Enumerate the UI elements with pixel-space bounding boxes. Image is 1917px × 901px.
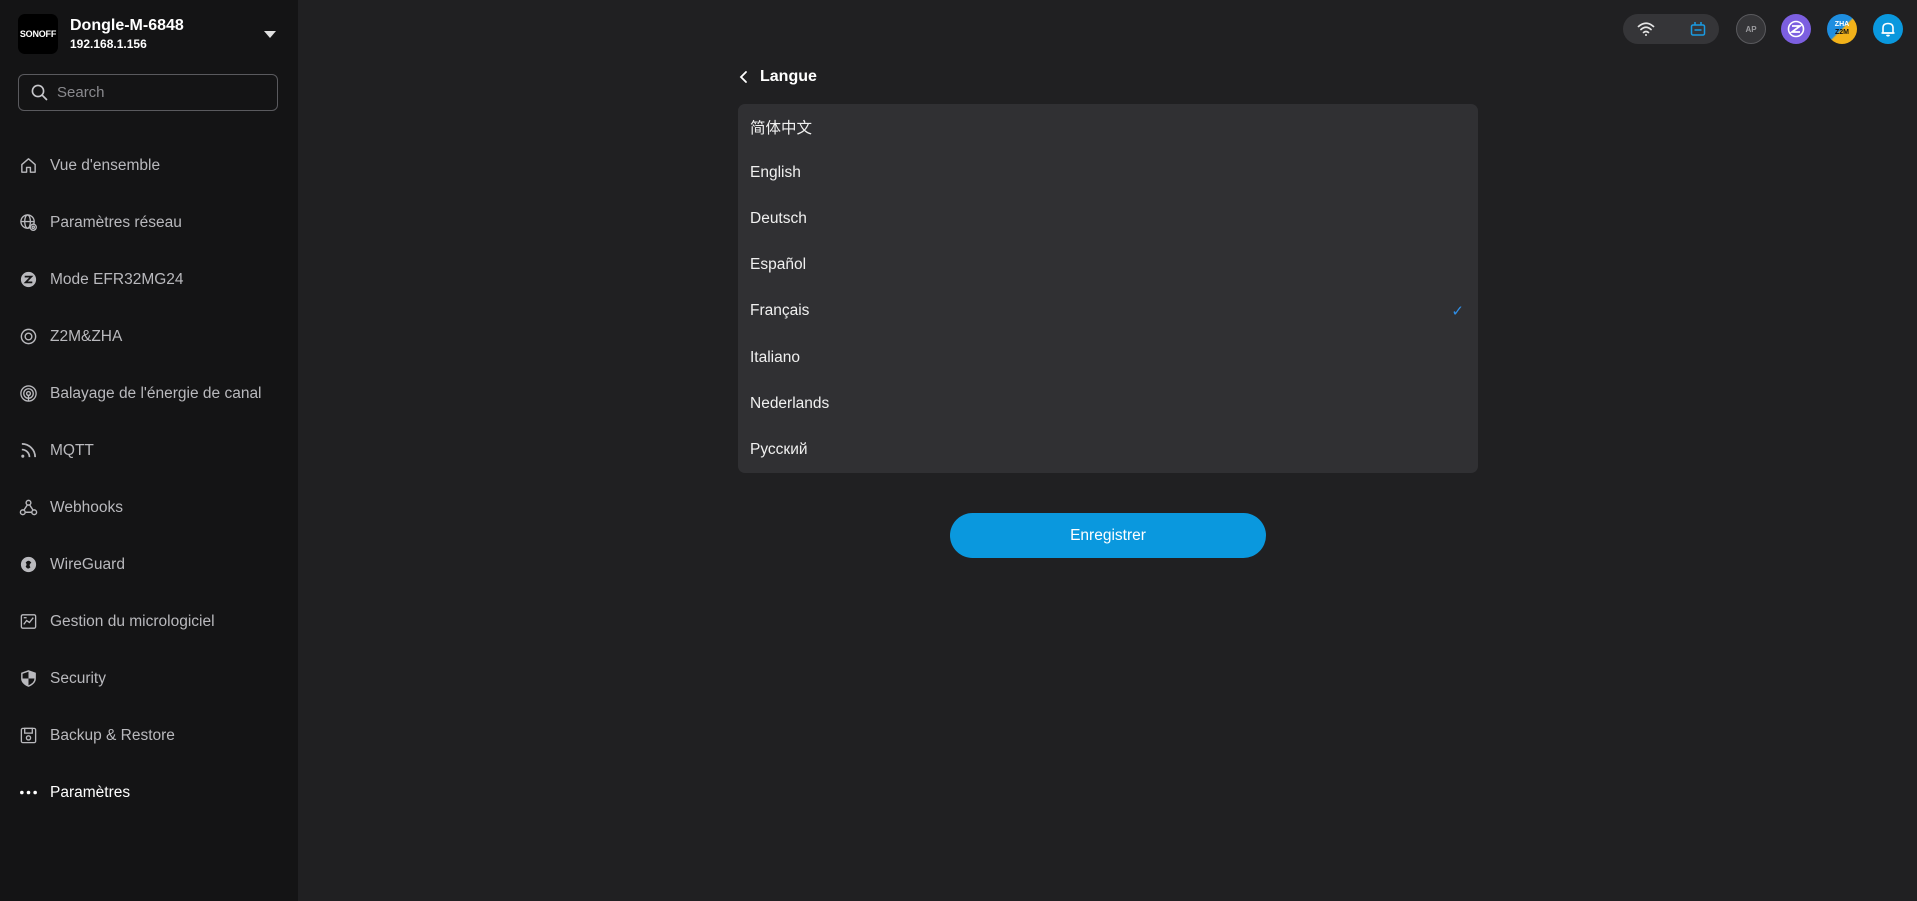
antenna-scan-icon xyxy=(20,385,37,402)
sidebar-item-settings[interactable]: Paramètres xyxy=(0,764,298,821)
device-status-icon xyxy=(1690,22,1706,36)
sidebar-item-label: Vue d'ensemble xyxy=(50,156,161,174)
save-button[interactable]: Enregistrer xyxy=(950,513,1266,558)
sidebar-item-label: Security xyxy=(50,669,106,687)
device-ip: 192.168.1.156 xyxy=(70,37,147,51)
home-icon xyxy=(21,158,36,173)
sidebar-item-z2m-zha[interactable]: Z2M&ZHA xyxy=(0,308,298,365)
backup-icon xyxy=(20,727,37,744)
connection-status-pill[interactable] xyxy=(1623,14,1719,44)
language-label: Русский xyxy=(750,440,808,458)
language-option-de[interactable]: Deutsch xyxy=(738,196,1478,242)
sidebar-item-overview[interactable]: Vue d'ensemble xyxy=(0,137,298,194)
bell-glyph-icon xyxy=(1881,22,1895,37)
search-icon xyxy=(31,84,48,101)
zigbee-icon[interactable] xyxy=(1781,14,1811,44)
sidebar-item-label: Balayage de l'énergie de canal xyxy=(50,384,262,402)
language-label: Italiano xyxy=(750,348,800,366)
sidebar: SONOFF Dongle-M-6848 192.168.1.156 Vue d… xyxy=(0,0,298,901)
sidebar-nav: Vue d'ensemble Paramètres réseau Mode EF… xyxy=(0,137,298,821)
zha-z2m-icon[interactable]: ZHA Z2M xyxy=(1827,14,1857,44)
search-box[interactable] xyxy=(18,74,278,111)
sidebar-item-wireguard[interactable]: WireGuard xyxy=(0,536,298,593)
sidebar-item-label: Paramètres réseau xyxy=(50,213,182,231)
language-option-nl[interactable]: Nederlands xyxy=(738,381,1478,427)
bell-icon[interactable] xyxy=(1873,14,1903,44)
sidebar-item-label: Webhooks xyxy=(50,498,123,516)
search-input[interactable] xyxy=(57,84,257,101)
sidebar-item-label: Z2M&ZHA xyxy=(50,327,123,345)
sidebar-item-channel-scan[interactable]: Balayage de l'énergie de canal xyxy=(0,365,298,422)
language-label: Nederlands xyxy=(750,394,830,412)
language-label: English xyxy=(750,164,801,182)
check-icon: ✓ xyxy=(1451,303,1464,321)
language-option-zh[interactable]: 简体中文 xyxy=(738,104,1478,150)
caret-down-icon[interactable] xyxy=(264,30,276,38)
sidebar-item-label: WireGuard xyxy=(50,555,125,573)
sidebar-item-label: MQTT xyxy=(50,441,94,459)
zha-label: ZHA xyxy=(1834,21,1850,28)
zigbee-glyph-icon xyxy=(1787,20,1805,38)
sidebar-item-mqtt[interactable]: MQTT xyxy=(0,422,298,479)
sonoff-logo: SONOFF xyxy=(18,14,58,54)
sidebar-item-label: Paramètres xyxy=(50,783,131,801)
shield-icon xyxy=(21,670,36,687)
sidebar-item-backup[interactable]: Backup & Restore xyxy=(0,707,298,764)
language-option-en[interactable]: English xyxy=(738,150,1478,196)
device-name: Dongle-M-6848 xyxy=(70,17,184,34)
zigbee-mode-icon xyxy=(20,271,37,288)
more-dots-icon xyxy=(20,790,37,795)
device-selector[interactable]: SONOFF Dongle-M-6848 192.168.1.156 xyxy=(18,13,280,55)
sidebar-item-firmware[interactable]: Gestion du micrologiciel xyxy=(0,593,298,650)
device-info: Dongle-M-6848 192.168.1.156 xyxy=(70,16,264,52)
sidebar-item-security[interactable]: Security xyxy=(0,650,298,707)
back-header[interactable]: Langue xyxy=(738,68,817,86)
z2m-label: Z2M xyxy=(1835,29,1849,36)
sidebar-item-label: Mode EFR32MG24 xyxy=(50,270,184,288)
wireguard-icon xyxy=(20,556,37,573)
language-option-fr[interactable]: Français ✓ xyxy=(738,288,1478,334)
webhooks-icon xyxy=(19,499,38,516)
sidebar-item-mode[interactable]: Mode EFR32MG24 xyxy=(0,251,298,308)
sidebar-item-label: Gestion du micrologiciel xyxy=(50,612,215,630)
page-title: Langue xyxy=(760,68,817,85)
language-label: Français xyxy=(750,302,810,320)
firmware-icon xyxy=(20,614,37,629)
language-label: Deutsch xyxy=(750,210,807,228)
language-option-ru[interactable]: Русский xyxy=(738,427,1478,473)
sidebar-item-webhooks[interactable]: Webhooks xyxy=(0,479,298,536)
language-label: 简体中文 xyxy=(750,120,813,138)
language-list: 简体中文 English Deutsch Español Français ✓ I… xyxy=(738,104,1478,473)
chevron-left-icon[interactable] xyxy=(738,70,750,84)
sidebar-item-label: Backup & Restore xyxy=(50,726,175,744)
language-option-it[interactable]: Italiano xyxy=(738,334,1478,380)
language-option-es[interactable]: Español xyxy=(738,242,1478,288)
rss-icon xyxy=(21,442,37,458)
sidebar-item-network[interactable]: Paramètres réseau xyxy=(0,194,298,251)
ap-label: AP xyxy=(1745,24,1757,34)
wifi-icon xyxy=(1637,22,1655,36)
network-globe-icon xyxy=(20,214,37,231)
ap-icon[interactable]: AP xyxy=(1736,14,1766,44)
language-label: Español xyxy=(750,256,807,274)
z2m-zha-icon xyxy=(20,328,37,345)
